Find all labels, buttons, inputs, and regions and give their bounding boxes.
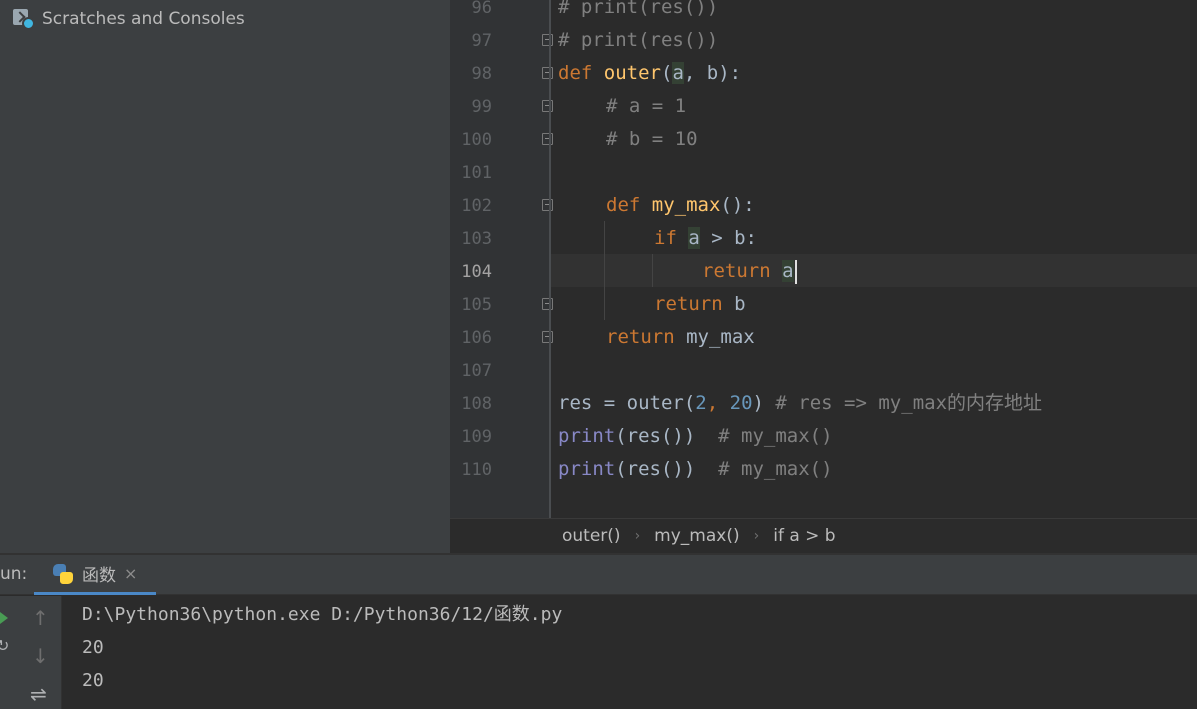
builtin: print xyxy=(558,425,616,447)
code-editor[interactable]: 96 97 98 99 100 101 102 103 104 105 106 … xyxy=(450,0,1197,518)
var-highlight: a xyxy=(688,227,700,249)
return-value: b xyxy=(722,293,746,315)
text-caret xyxy=(794,259,797,284)
console-line: 20 xyxy=(82,670,104,691)
fold-marker-icon[interactable] xyxy=(542,133,553,145)
return-value: my_max xyxy=(674,326,755,348)
line-number: 99 xyxy=(471,97,492,117)
line-number: 98 xyxy=(471,64,492,84)
chevron-right-icon: › xyxy=(634,528,641,544)
down-arrow-icon[interactable]: ↓ xyxy=(32,644,49,668)
keyword: def xyxy=(558,62,593,84)
stop-icon[interactable]: ↻ xyxy=(0,636,9,655)
line-number-gutter: 96 97 98 99 100 101 102 103 104 105 106 … xyxy=(450,0,553,518)
condition: > b: xyxy=(699,227,757,249)
code-line-100: # b = 10 xyxy=(606,128,698,150)
scratches-label: Scratches and Consoles xyxy=(42,9,245,29)
current-line-highlight xyxy=(550,254,1197,287)
fold-marker-icon[interactable] xyxy=(542,67,553,79)
scratches-and-consoles-item[interactable]: Scratches and Consoles xyxy=(12,6,245,32)
run-tool-window: un: 函数 × ↻ ↑ ↓ ⇌ D:\Python36\python.exe … xyxy=(0,553,1197,709)
var-highlight: a xyxy=(782,260,794,282)
comment: # res => my_max的内存地址 xyxy=(775,392,1043,414)
comma: , xyxy=(706,392,730,414)
code-line-105: return b xyxy=(654,288,746,321)
number: 2 xyxy=(695,392,707,414)
comment: # my_max() xyxy=(718,425,833,447)
params-rest: , b): xyxy=(683,62,742,84)
rerun-icon[interactable] xyxy=(0,612,8,624)
chevron-right-icon: › xyxy=(753,528,760,544)
code-line-104: return a xyxy=(702,255,797,288)
console-line: 20 xyxy=(82,637,104,658)
code-line-98: def outer(a, b): xyxy=(558,57,741,90)
breadcrumb-item[interactable]: outer() xyxy=(562,526,621,546)
indent-guide xyxy=(652,254,653,287)
line-number: 100 xyxy=(461,130,492,150)
code-line-110: print(res()) # my_max() xyxy=(558,453,833,486)
code-line-97: # print(res()) xyxy=(558,29,719,51)
line-number: 106 xyxy=(461,328,492,348)
keyword: return xyxy=(702,260,771,282)
breadcrumb-item[interactable]: my_max() xyxy=(654,526,739,546)
run-label: un: xyxy=(0,564,28,584)
python-icon xyxy=(52,563,74,585)
call: (res()) xyxy=(615,425,696,447)
function-name: my_max xyxy=(651,194,721,216)
wrap-icon[interactable]: ⇌ xyxy=(30,682,47,706)
code-line-106: return my_max xyxy=(606,321,755,354)
indent-guide xyxy=(604,221,605,320)
breadcrumb: outer() › my_max() › if a > b xyxy=(450,518,1197,553)
call: (res()) xyxy=(615,458,696,480)
keyword: return xyxy=(606,326,675,348)
keyword: if xyxy=(654,227,677,249)
line-number: 96 xyxy=(471,0,492,18)
fold-marker-icon[interactable] xyxy=(542,34,553,46)
function-name: outer xyxy=(603,62,661,84)
close-icon[interactable]: × xyxy=(124,564,137,583)
line-number: 101 xyxy=(461,163,492,183)
paren: ( xyxy=(660,62,673,84)
code-line-102: def my_max(): xyxy=(606,189,755,222)
line-number: 102 xyxy=(461,196,492,216)
line-number: 105 xyxy=(461,295,492,315)
code-line-96: # print(res()) xyxy=(558,0,719,18)
code-line-108: res = outer(2, 20) # res => my_max的内存地址 xyxy=(558,387,1042,420)
param-highlight: a xyxy=(672,62,684,84)
code-line-99: # a = 1 xyxy=(606,95,687,117)
gutter-border xyxy=(549,0,551,518)
paren: ) xyxy=(752,392,764,414)
keyword: return xyxy=(654,293,723,315)
line-number: 103 xyxy=(461,229,492,249)
run-toolbar: ↻ ↑ ↓ ⇌ xyxy=(0,596,62,709)
line-number: 97 xyxy=(471,31,492,51)
fold-marker-icon[interactable] xyxy=(542,199,553,211)
run-tab[interactable]: 函数 × xyxy=(34,555,156,595)
line-number: 109 xyxy=(461,427,492,447)
line-number: 107 xyxy=(461,361,492,381)
fold-marker-icon[interactable] xyxy=(542,100,553,112)
code-line-103: if a > b: xyxy=(654,222,757,255)
line-number: 108 xyxy=(461,394,492,414)
keyword: def xyxy=(606,194,641,216)
console-output[interactable]: D:\Python36\python.exe D:/Python36/12/函数… xyxy=(82,598,562,697)
fold-marker-icon[interactable] xyxy=(542,298,553,310)
fold-marker-icon[interactable] xyxy=(542,331,553,343)
run-tab-label: 函数 xyxy=(82,566,116,586)
breadcrumb-item[interactable]: if a > b xyxy=(773,526,835,546)
run-header: un: 函数 × xyxy=(0,555,1197,595)
line-number: 110 xyxy=(461,460,492,480)
console-line: D:\Python36\python.exe D:/Python36/12/函数… xyxy=(82,604,563,625)
builtin: print xyxy=(558,458,616,480)
code-line-109: print(res()) # my_max() xyxy=(558,420,833,453)
up-arrow-icon[interactable]: ↑ xyxy=(32,606,49,630)
params: (): xyxy=(720,194,755,216)
line-number-current: 104 xyxy=(461,262,492,282)
project-sidebar: Scratches and Consoles xyxy=(0,0,450,553)
number: 20 xyxy=(729,392,753,414)
scratches-icon xyxy=(12,7,36,31)
assignment: res = outer( xyxy=(558,392,696,414)
comment: # my_max() xyxy=(718,458,833,480)
